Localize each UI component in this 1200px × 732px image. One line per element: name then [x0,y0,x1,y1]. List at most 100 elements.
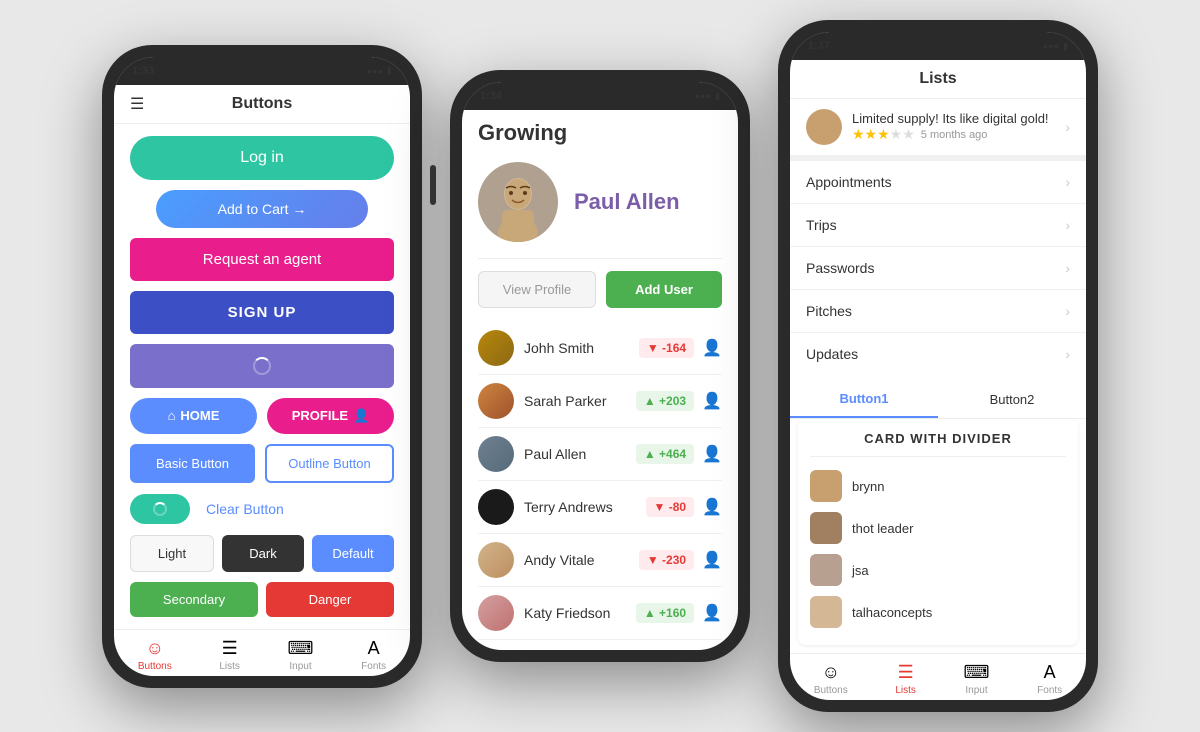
secondary-danger-row: Secondary Danger [130,582,394,617]
user-name: Sarah Parker [524,393,636,409]
phone2-title: Growing [478,120,722,146]
list-chevron: › [1065,174,1070,190]
nav-fonts[interactable]: A Fonts [1037,662,1062,696]
user-name: Andy Vitale [524,552,639,568]
list-item-passwords[interactable]: Passwords › [790,247,1086,290]
user-name: Johh Smith [524,340,639,356]
phone1: 1:33 ●●● ▮ ☰ Buttons Log in Add to Cart … [102,45,422,688]
phone3-status-icons: ●●● ▮ [1043,41,1068,52]
phone1-bottom-nav: ☺ Buttons ☰ Lists ⌨ Input A Fonts [114,629,410,676]
phone1-time: 1:33 [132,65,154,77]
toggle-loading-button[interactable] [130,494,190,524]
phone2-notch-bar: 1:34 ●●● ▮ [462,82,738,110]
phone2-content: Paul Allen View Profile Add User Johh Sm… [462,152,738,650]
user-list: Johh Smith ▼ -164 👤 Sarah Parker ▲ +203 … [478,322,722,640]
card-user-row: jsa [810,549,1066,591]
nav-buttons-label: Buttons [814,685,848,696]
card-section: CARD WITH DIVIDER brynn thot leader jsa … [798,419,1078,645]
home-button[interactable]: ⌂ HOME [130,398,257,434]
nav-input[interactable]: ⌨ Input [964,662,990,696]
featured-meta: 5 months ago [921,129,988,141]
login-button[interactable]: Log in [130,136,394,180]
phone3-notch-bar: 1:37 ●●● ▮ [790,32,1086,60]
profile-actions: View Profile Add User [478,271,722,308]
battery-icon: ▮ [1063,41,1068,52]
profile-avatar-svg [478,162,558,242]
card-user-avatar [810,596,842,628]
basic-button[interactable]: Basic Button [130,444,255,483]
list-item-text: Trips [806,217,837,233]
nav-buttons[interactable]: ☺ Buttons [814,662,848,696]
nav-fonts-label: Fonts [1037,685,1062,696]
default-button[interactable]: Default [312,535,394,572]
user-row: Andy Vitale ▼ -230 👤 [478,534,722,587]
wifi-icon: ●●● [695,91,711,101]
user-badge: ▼ -230 [639,550,694,570]
menu-icon[interactable]: ☰ [130,94,144,114]
nav-fonts-icon: A [1044,662,1056,683]
loading-spinner [253,357,271,375]
nav-fonts-label: Fonts [361,661,386,672]
nav-lists-label: Lists [895,685,916,696]
card-user-name: talhaconcepts [852,605,932,620]
user-name: Terry Andrews [524,499,646,515]
nav-input[interactable]: ⌨ Input [288,638,314,672]
card-user-avatar [810,512,842,544]
user-icon: 👤 [702,550,722,570]
user-name: Paul Allen [524,446,636,462]
phone3-bottom-nav: ☺ Buttons ☰ Lists ⌨ Input A Fonts [790,653,1086,700]
user-name: Katy Friedson [524,605,636,621]
profile-label: PROFILE [292,408,348,423]
home-label: HOME [180,408,219,423]
featured-title: Limited supply! Its like digital gold! [852,111,1065,126]
dark-button[interactable]: Dark [222,535,304,572]
battery-icon: ▮ [715,91,720,102]
nav-fonts[interactable]: A Fonts [361,638,386,672]
profile-section: Paul Allen [478,162,722,259]
phone3-notch [883,32,993,56]
view-profile-button[interactable]: View Profile [478,271,596,308]
tab-button2[interactable]: Button2 [938,381,1086,418]
list-item-updates[interactable]: Updates › [790,333,1086,375]
card-user-name: brynn [852,479,885,494]
phone1-content: Log in Add to Cart → Request an agent SI… [114,124,410,629]
signup-button[interactable]: SIGN UP [130,291,394,334]
user-icon: 👤 [702,497,722,517]
nav-buttons[interactable]: ☺ Buttons [138,638,172,672]
outline-button[interactable]: Outline Button [265,444,394,483]
card-user-avatar [810,470,842,502]
user-avatar [478,542,514,578]
nav-lists[interactable]: ☰ Lists [219,638,240,672]
phone1-screen: 1:33 ●●● ▮ ☰ Buttons Log in Add to Cart … [114,57,410,676]
danger-button[interactable]: Danger [266,582,394,617]
agent-button[interactable]: Request an agent [130,238,394,281]
user-row: Katy Friedson ▲ +160 👤 [478,587,722,640]
nav-input-label: Input [289,661,311,672]
list-item-pitches[interactable]: Pitches › [790,290,1086,333]
phone2-notch [545,82,655,106]
nav-lists[interactable]: ☰ Lists [895,662,916,696]
addcart-button[interactable]: Add to Cart → [156,190,367,228]
featured-item[interactable]: Limited supply! Its like digital gold! ★… [790,99,1086,161]
nav-input-label: Input [965,685,987,696]
list-item-trips[interactable]: Trips › [790,204,1086,247]
light-dark-default-row: Light Dark Default [130,535,394,572]
list-item-text: Pitches [806,303,852,319]
list-section: Appointments › Trips › Passwords › Pitch… [790,161,1086,375]
add-user-button[interactable]: Add User [606,271,722,308]
phone2-time: 1:34 [480,90,502,102]
list-item-text: Appointments [806,174,892,190]
user-row: Paul Allen ▲ +464 👤 [478,428,722,481]
tab-button1[interactable]: Button1 [790,381,938,418]
profile-button[interactable]: PROFILE 👤 [267,398,394,434]
phone1-notch-bar: 1:33 ●●● ▮ [114,57,410,85]
card-user-avatar [810,554,842,586]
clear-button[interactable]: Clear Button [198,493,292,525]
light-button[interactable]: Light [130,535,214,572]
basic-outline-row: Basic Button Outline Button [130,444,394,483]
list-item-appointments[interactable]: Appointments › [790,161,1086,204]
loading-button[interactable] [130,344,394,388]
phone1-status-icons: ●●● ▮ [367,65,392,76]
secondary-button[interactable]: Secondary [130,582,258,617]
list-chevron: › [1065,217,1070,233]
